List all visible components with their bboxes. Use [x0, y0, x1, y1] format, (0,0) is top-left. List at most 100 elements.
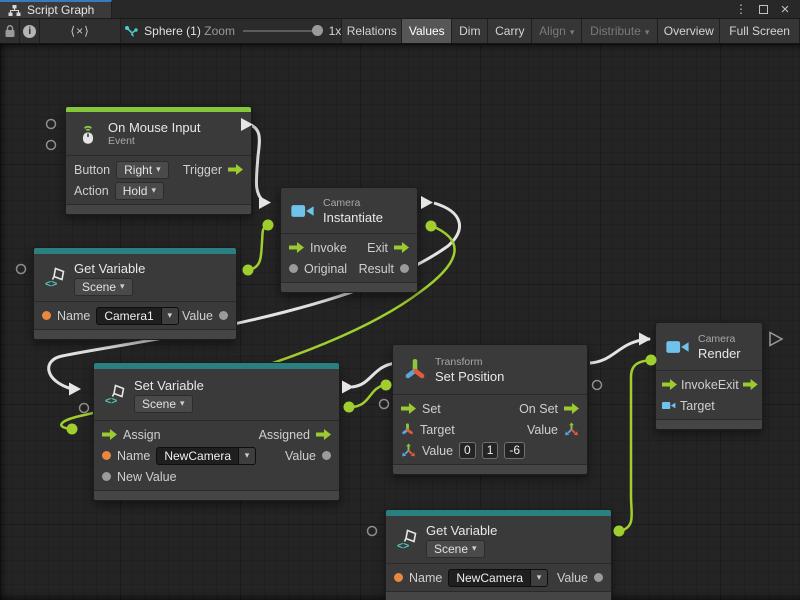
zoom-to-fit-icon [70, 24, 89, 38]
info-button[interactable]: i [20, 19, 40, 43]
variable-icon: <> [396, 529, 418, 551]
flow-output-port[interactable] [316, 429, 331, 440]
node-title: Get Variable [74, 261, 145, 276]
new-value-input-port[interactable] [102, 472, 111, 481]
value-output-port[interactable] [322, 451, 331, 460]
value-output-port[interactable] [594, 573, 603, 582]
wire-newcamera-to-target[interactable] [620, 360, 651, 531]
port-label-result: Result [359, 262, 394, 276]
relations-label: Relations [347, 24, 397, 38]
zoom-slider[interactable] [243, 30, 321, 32]
port-label-trigger: Trigger [183, 163, 222, 177]
node-title: Render [698, 346, 741, 361]
dim-button[interactable]: Dim [452, 19, 488, 43]
close-icon[interactable] [776, 1, 794, 17]
node-on-mouse-input[interactable]: On Mouse Input Event Button Right Trigge… [65, 106, 252, 215]
flow-output-port[interactable] [743, 379, 758, 390]
variable-icon: <> [104, 384, 126, 406]
variable-scope-dropdown[interactable]: Scene [74, 278, 133, 296]
maximize-icon[interactable] [754, 1, 772, 17]
node-get-variable-top[interactable]: <> Get Variable Scene Name Camera1 Value [33, 247, 237, 340]
chevron-down-icon[interactable] [162, 307, 179, 325]
name-input-port[interactable] [394, 573, 403, 582]
align-label: Align [539, 24, 566, 38]
lock-button[interactable] [0, 19, 20, 43]
node-footer [393, 464, 587, 474]
camera-port-icon[interactable] [662, 400, 676, 411]
port-label-on-set: On Set [519, 402, 558, 416]
flow-input-port[interactable] [289, 242, 304, 253]
node-category: Camera [698, 333, 741, 346]
flow-input-port[interactable] [401, 403, 416, 414]
wire-assigned-to-set[interactable] [352, 363, 396, 387]
graph-canvas[interactable]: On Mouse Input Event Button Right Trigge… [0, 44, 800, 600]
node-camera-render[interactable]: Camera Render Invoke Exit Target [655, 322, 763, 430]
flow-output-port[interactable] [564, 403, 579, 414]
port-label-value: Value [557, 571, 588, 585]
node-set-position[interactable]: Transform Set Position Set On Set Target… [392, 344, 588, 475]
node-get-variable-bottom[interactable]: <> Get Variable Scene Name NewCamera Val… [385, 509, 612, 600]
variable-scope-dropdown[interactable]: Scene [426, 540, 485, 558]
graph-toolbar: i Sphere (1) Zoom 1x Relations Values Di… [0, 19, 800, 44]
flow-input-port[interactable] [662, 379, 677, 390]
button-value-dropdown[interactable]: Right [116, 161, 169, 179]
variable-name-field[interactable]: NewCamera [156, 447, 256, 465]
value-output-port[interactable] [219, 311, 228, 320]
name-input-port[interactable] [42, 311, 51, 320]
variable-scope-dropdown[interactable]: Scene [134, 395, 193, 413]
scope-value: Scene [142, 397, 176, 411]
tab-script-graph[interactable]: Script Graph [0, 0, 112, 18]
zoom-slider-handle[interactable] [312, 25, 323, 36]
variable-name-field[interactable]: NewCamera [448, 569, 548, 587]
port-label-value: Value [182, 309, 213, 323]
align-button[interactable]: Align [532, 19, 582, 43]
relations-button[interactable]: Relations [342, 19, 402, 43]
menu-kebab-icon[interactable] [732, 1, 750, 17]
action-value: Hold [123, 184, 148, 198]
node-footer [66, 204, 251, 214]
vector-y-input[interactable]: 1 [482, 442, 499, 459]
distribute-button[interactable]: Distribute [582, 19, 658, 43]
port-label-name: Name [117, 449, 150, 463]
flow-output-port[interactable] [228, 164, 243, 175]
node-set-variable[interactable]: <> Set Variable Scene Assign Assigned Na… [93, 362, 340, 501]
variable-name-field[interactable]: Camera1 [96, 307, 178, 325]
value-input-port[interactable] [289, 264, 298, 273]
fullscreen-button[interactable]: Full Screen [720, 19, 800, 43]
vector-z-input[interactable]: -6 [504, 442, 525, 459]
chevron-down-icon[interactable] [239, 447, 256, 465]
carry-button[interactable]: Carry [488, 19, 532, 43]
transform-icon [403, 358, 427, 382]
button-value: Right [124, 163, 152, 177]
flow-output-port[interactable] [394, 242, 409, 253]
overview-button[interactable]: Overview [658, 19, 720, 43]
vector3-port-icon[interactable] [564, 422, 579, 437]
node-title: On Mouse Input [108, 120, 201, 135]
wire-camera1-to-original[interactable] [249, 225, 269, 270]
port-label-invoke: Invoke [681, 378, 718, 392]
action-value-dropdown[interactable]: Hold [115, 182, 164, 200]
variable-name-value: Camera1 [96, 307, 161, 325]
zoom-to-fit-button[interactable] [40, 19, 120, 43]
port-label-value-in: Value [422, 444, 453, 458]
node-title: Set Variable [134, 378, 204, 393]
wire-value-to-target[interactable] [350, 385, 387, 407]
vector3-port-icon[interactable] [401, 443, 416, 458]
port-label-name: Name [409, 571, 442, 585]
node-camera-instantiate[interactable]: Camera Instantiate Invoke Exit Original … [280, 187, 418, 293]
vector-x-input[interactable]: 0 [459, 442, 476, 459]
value-output-port[interactable] [400, 264, 409, 273]
variable-name-value: NewCamera [156, 447, 239, 465]
graph-reference[interactable]: Sphere (1) [121, 19, 205, 43]
flow-input-port[interactable] [102, 429, 117, 440]
svg-text:<>: <> [105, 395, 117, 406]
name-input-port[interactable] [102, 451, 111, 460]
wire-onset-to-invoke[interactable] [590, 339, 650, 363]
chevron-down-icon[interactable] [531, 569, 548, 587]
node-subtitle: Event [108, 135, 201, 148]
node-footer [94, 490, 339, 500]
values-button[interactable]: Values [402, 19, 452, 43]
fullscreen-label: Full Screen [729, 24, 790, 38]
transform-port-icon[interactable] [401, 423, 414, 436]
title-bar: Script Graph [0, 0, 800, 19]
